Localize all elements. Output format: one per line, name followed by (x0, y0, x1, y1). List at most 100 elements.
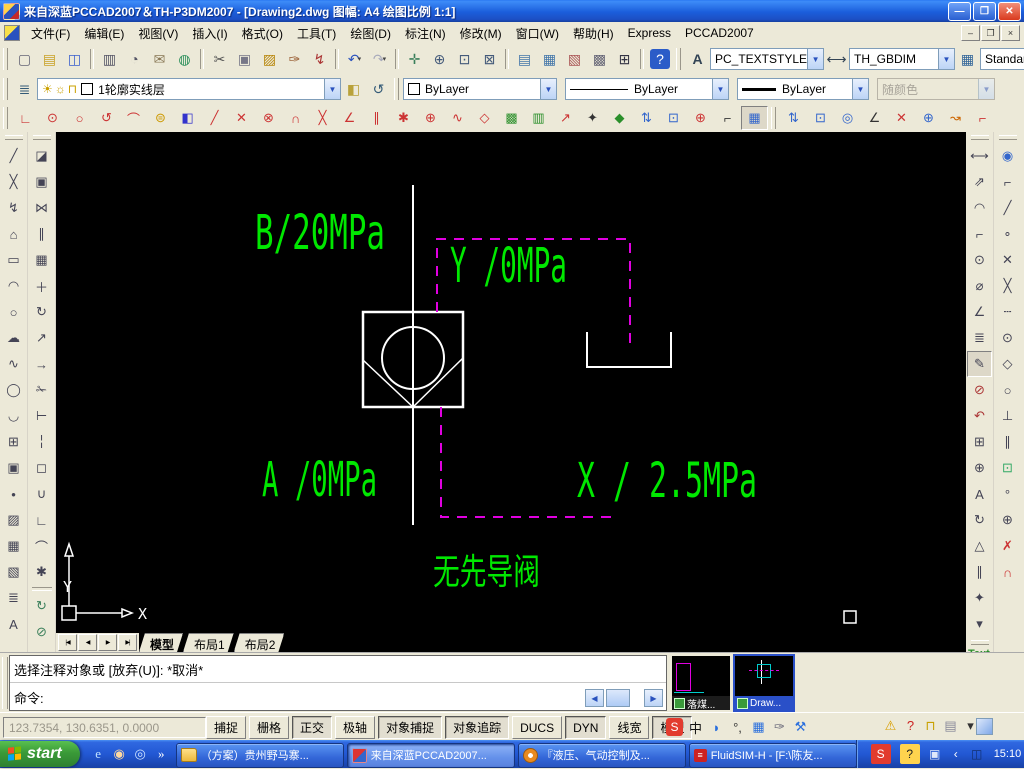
revision-cloud-icon[interactable]: ☁ (1, 325, 26, 351)
break-icon[interactable]: ◻ (29, 455, 54, 481)
pccad-tool-25-icon[interactable]: ⊡ (660, 106, 687, 130)
dim-parallel-icon[interactable]: ∥ (967, 559, 992, 585)
swivel-icon[interactable]: ⊘ (29, 619, 54, 645)
drawing[interactable]: Y X B/20MPa Y /0MPa A /0MPa X / 2.5MPa 无… (56, 132, 966, 652)
make-block-icon[interactable]: ▣ (1, 455, 26, 481)
ime-sogou-icon[interactable]: S (666, 718, 683, 736)
clean-screen-button[interactable] (976, 718, 993, 735)
pccad-tool-13-icon[interactable]: ∠ (336, 106, 363, 130)
tab-first-button[interactable]: |◀ (58, 634, 77, 651)
snap-midpoint-icon[interactable]: ∘ (995, 221, 1020, 247)
pccad-tool-6-icon[interactable]: ⊜ (147, 106, 174, 130)
new-icon[interactable]: ▢ (12, 47, 37, 72)
snap-parallel-icon[interactable]: ∥ (995, 429, 1020, 455)
chevron-down-icon[interactable]: ▼ (938, 49, 954, 69)
menu-help[interactable]: 帮助(H) (566, 22, 621, 45)
toggle-snap[interactable]: 捕捉 (206, 716, 247, 739)
ime-shape-icon[interactable]: ◗ (708, 718, 725, 736)
save-icon[interactable]: ◫ (62, 47, 87, 72)
scroll-thumb[interactable] (606, 689, 630, 707)
dim-linear-icon[interactable]: ⟷ (967, 143, 992, 169)
snap-quadrant-icon[interactable]: ◇ (995, 351, 1020, 377)
join-icon[interactable]: ∪ (29, 481, 54, 507)
tray-window-icon[interactable]: ▣ (926, 745, 944, 763)
copy-icon[interactable]: ▣ (232, 47, 257, 72)
dim-ordinate-icon[interactable]: ⌐ (967, 221, 992, 247)
mdi-restore-button[interactable]: ❐ (981, 25, 1000, 41)
label-caption[interactable]: 无先导阀 (433, 552, 540, 593)
pccad-tool-27-icon[interactable]: ⌐ (714, 106, 741, 130)
pccad-tool-32-icon[interactable]: ∠ (861, 106, 888, 130)
zoom-realtime-icon[interactable]: ⊕ (427, 47, 452, 72)
toolbar-grip[interactable] (970, 640, 989, 645)
insert-block-icon[interactable]: ⊞ (1, 429, 26, 455)
dim-style-combo[interactable]: TH_GBDIM ▼ (849, 48, 955, 70)
publish-icon[interactable]: ✉ (147, 47, 172, 72)
pccad-tool-17-icon[interactable]: ∿ (444, 106, 471, 130)
menu-modify[interactable]: 修改(M) (453, 22, 509, 45)
dim-style-icon[interactable]: ⟷ (824, 47, 849, 72)
table-style-icon[interactable]: ▦ (955, 47, 980, 72)
ime-punct-icon[interactable]: °, (729, 718, 746, 736)
menu-pccad[interactable]: PCCAD2007 (678, 23, 761, 43)
polyline-icon[interactable]: ↯ (1, 195, 26, 221)
dim-radius-icon[interactable]: ⊙ (967, 247, 992, 273)
snap-node-icon[interactable]: ° (995, 481, 1020, 507)
pan-icon[interactable]: ✛ (402, 47, 427, 72)
menu-insert[interactable]: 插入(I) (185, 22, 234, 45)
tray-doc-icon[interactable]: ▤ (942, 717, 959, 734)
text-style-icon[interactable]: A (685, 47, 710, 72)
toolbar-grip[interactable] (676, 48, 681, 70)
calculator-icon[interactable]: ⊞ (612, 47, 637, 72)
markup-icon[interactable]: ▧ (562, 47, 587, 72)
pccad-tool-22-icon[interactable]: ✦ (579, 106, 606, 130)
hatch-icon[interactable]: ▨ (1, 507, 26, 533)
ellipse-arc-icon[interactable]: ◡ (1, 403, 26, 429)
command-prompt[interactable]: 命令: (10, 683, 666, 712)
tray-ime-help-icon[interactable]: ? (899, 744, 920, 764)
pccad-tool-21-icon[interactable]: ↗ (552, 106, 579, 130)
layer-combo[interactable]: ☀ ☼ ⊓ 1轮廓实线层 ▼ (37, 78, 341, 100)
pccad-tool-28-icon[interactable]: ▦ (741, 106, 768, 130)
dim-text-icon[interactable]: A (967, 481, 992, 507)
snap-perpendicular-icon[interactable]: ⊥ (995, 403, 1020, 429)
toggle-ducs[interactable]: DUCS (512, 716, 563, 739)
tray-help-icon[interactable]: ? (902, 717, 919, 734)
toolbar-grip[interactable] (394, 78, 399, 100)
toolbar-grip[interactable] (32, 135, 51, 140)
snap-settings-icon[interactable]: ◉ (995, 143, 1020, 169)
mdi-close-button[interactable]: × (1001, 25, 1020, 41)
array-icon[interactable]: ▦ (29, 247, 54, 273)
toolbar-grip[interactable] (970, 135, 989, 140)
restore-button[interactable]: ❐ (973, 1, 996, 21)
menu-view[interactable]: 视图(V) (131, 22, 185, 45)
rectangle-icon[interactable]: ▭ (1, 247, 26, 273)
spline-icon[interactable]: ∿ (1, 351, 26, 377)
ime-keyboard-icon[interactable]: ▦ (750, 718, 767, 736)
dim-more-icon[interactable]: ▾ (967, 611, 992, 637)
valve-seat-left[interactable] (362, 359, 414, 408)
fillet-icon[interactable]: ⌒ (29, 533, 54, 559)
tray-network-icon[interactable]: ◫ (968, 745, 986, 763)
break-point-icon[interactable]: ╎ (29, 429, 54, 455)
close-button[interactable]: ✕ (998, 1, 1021, 21)
toolbar-grip[interactable] (3, 48, 8, 70)
explode-icon[interactable]: ✱ (29, 559, 54, 585)
menu-express[interactable]: Express (621, 23, 678, 43)
pccad-tool-18-icon[interactable]: ◇ (471, 106, 498, 130)
menu-file[interactable]: 文件(F) (24, 22, 77, 45)
pccad-tool-1-icon[interactable]: ∟ (12, 106, 39, 130)
orbit-icon[interactable]: ↻ (29, 593, 54, 619)
drawing-icon[interactable] (4, 25, 20, 41)
sheet-set-icon[interactable]: ▦ (537, 47, 562, 72)
pccad-tool-11-icon[interactable]: ∩ (282, 106, 309, 130)
toggle-otrack[interactable]: 对象追踪 (445, 716, 510, 739)
zoom-window-icon[interactable]: ⊡ (452, 47, 477, 72)
copy-object-icon[interactable]: ▣ (29, 169, 54, 195)
layer-manager-icon[interactable]: ≣ (12, 77, 37, 102)
dim-update-icon[interactable]: ↻ (967, 507, 992, 533)
snap-magnet-icon[interactable]: ∩ (995, 559, 1020, 585)
cut-icon[interactable]: ✂ (207, 47, 232, 72)
pccad-tool-35-icon[interactable]: ↝ (942, 106, 969, 130)
tab-layout1[interactable]: 布局1 (183, 633, 234, 652)
